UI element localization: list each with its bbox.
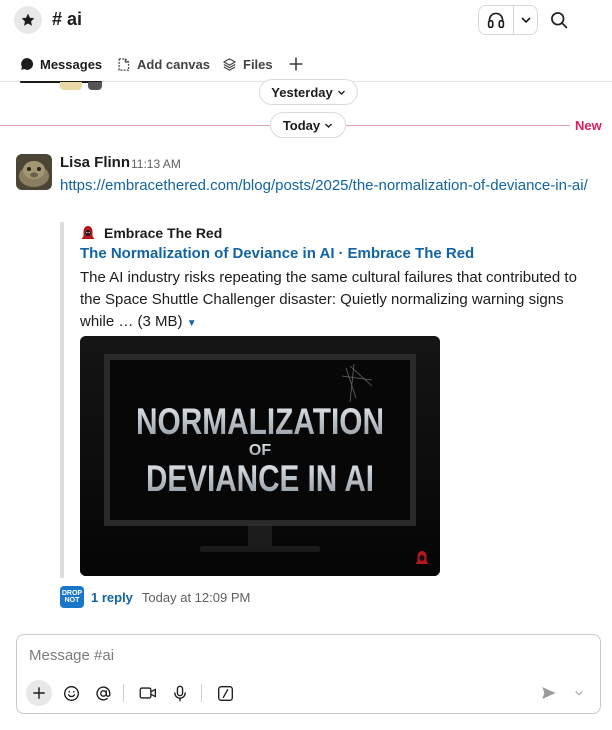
chevron-down-icon: [521, 17, 531, 24]
new-messages-label: New: [575, 118, 602, 133]
reply-count[interactable]: 1 reply: [91, 590, 133, 605]
date-label: Today: [282, 117, 321, 133]
huddle-start[interactable]: [479, 6, 515, 34]
date-divider-yesterday[interactable]: Yesterday: [259, 79, 358, 105]
send-button[interactable]: [536, 680, 562, 706]
send-icon: [542, 687, 556, 699]
replier-avatar: DROP NOT: [60, 586, 84, 608]
headphones-icon: [488, 12, 505, 29]
channel-tabs: Messages Add canvas Files: [0, 46, 612, 83]
search-icon: [551, 12, 568, 29]
preview-site: Embrace The Red: [80, 222, 222, 244]
video-camera-icon: [139, 687, 157, 699]
image-text-line3: DEVIANCE IN AI: [146, 458, 374, 499]
site-logo-icon: [81, 226, 95, 239]
search-button[interactable]: [544, 5, 574, 35]
toolbar-divider: [201, 684, 202, 702]
date-label: Yesterday: [271, 84, 333, 100]
preview-title-text[interactable]: The Normalization of Deviance in AI: [80, 245, 335, 262]
image-text-line2: OF: [249, 442, 271, 459]
video-clip-button[interactable]: [135, 680, 161, 706]
message-bubble-icon: [21, 58, 34, 70]
audio-clip-button[interactable]: [167, 680, 193, 706]
huddle-options[interactable]: [514, 6, 537, 34]
attach-button[interactable]: [26, 680, 52, 706]
message-composer: [16, 634, 601, 714]
chevron-down-icon: [325, 123, 333, 128]
message-input[interactable]: [29, 647, 569, 664]
tab-label: Add canvas: [137, 56, 210, 72]
shortcuts-button[interactable]: [212, 680, 238, 706]
separator-dot: ·: [338, 245, 344, 262]
tab-add-canvas[interactable]: Add canvas: [116, 46, 210, 82]
channel-header: # ai: [0, 0, 612, 42]
canvas-icon: [118, 57, 130, 71]
preview-site-name: Embrace The Red: [104, 225, 223, 241]
at-sign-icon: [95, 685, 110, 701]
previous-message-avatars: [60, 82, 102, 90]
star-button[interactable]: [14, 6, 42, 34]
last-reply-time: Today at 12:09 PM: [141, 589, 251, 605]
chevron-down-icon: [575, 690, 583, 696]
avatar: [60, 82, 82, 90]
image-text-line1: NORMALIZATION: [136, 401, 384, 442]
caret-down-icon[interactable]: ▼: [187, 318, 197, 329]
thread-replies[interactable]: DROP NOT 1 reply Today at 12:09 PM: [60, 586, 250, 608]
tab-files[interactable]: Files: [222, 46, 273, 82]
plus-icon: [289, 57, 303, 71]
date-divider-today[interactable]: Today: [270, 112, 346, 138]
channel-title[interactable]: # ai: [52, 9, 82, 30]
preview-size[interactable]: (3 MB): [138, 313, 183, 330]
avatar: [88, 82, 102, 90]
preview-title[interactable]: The Normalization of Deviance in AI · Embr…: [80, 245, 474, 262]
microphone-icon: [174, 685, 186, 701]
preview-description: The AI industry risks repeating the same…: [80, 267, 590, 335]
chevron-down-icon: [337, 90, 345, 95]
emoji-button[interactable]: [58, 680, 84, 706]
tab-label: Messages: [40, 56, 103, 72]
huddle-button[interactable]: [478, 5, 538, 35]
message-author[interactable]: Lisa Flinn: [60, 154, 130, 171]
tab-label: Files: [243, 56, 273, 72]
slash-command-icon: [217, 685, 233, 701]
message-timestamp[interactable]: 11:13 AM: [131, 157, 181, 171]
mention-button[interactable]: [90, 680, 116, 706]
toolbar-divider: [123, 684, 124, 702]
tab-messages[interactable]: Messages: [20, 46, 103, 83]
emoji-icon: [63, 685, 79, 701]
link-preview: Embrace The Red The Normalization of Dev…: [60, 222, 600, 578]
preview-image-art: NORMALIZATION OF DEVIANCE IN AI: [80, 336, 440, 576]
send-options-button[interactable]: [568, 680, 590, 706]
message-link[interactable]: https://embracethered.com/blog/posts/202…: [60, 175, 600, 197]
add-tab-button[interactable]: [288, 46, 304, 82]
preview-title-site[interactable]: Embrace The Red: [348, 245, 475, 262]
preview-image[interactable]: NORMALIZATION OF DEVIANCE IN AI: [80, 336, 440, 576]
layers-icon: [223, 57, 236, 71]
plus-icon: [33, 687, 45, 699]
avatar[interactable]: [16, 154, 52, 190]
star-icon: [21, 13, 35, 26]
avatar-image: [16, 154, 52, 190]
